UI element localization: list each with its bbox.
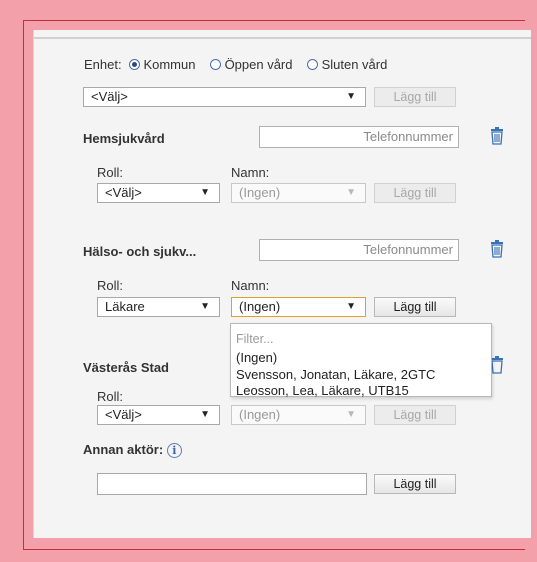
chevron-down-icon: ▼	[346, 409, 356, 420]
add-member-button[interactable]: Lägg till	[374, 297, 456, 317]
phone-input[interactable]: Telefonnummer	[259, 126, 459, 148]
role-select-value: Läkare	[105, 299, 145, 314]
unit-select-value: <Välj>	[91, 89, 128, 104]
filter-input[interactable]: Filter...	[236, 332, 274, 346]
other-actor-input[interactable]	[97, 473, 367, 495]
radio-kommun[interactable]: Kommun	[128, 57, 196, 72]
section-hemsjukvard: Hemsjukvård Telefonnummer Roll: Namn: <V…	[34, 117, 531, 225]
phone-input[interactable]: Telefonnummer	[259, 239, 459, 261]
dropdown-option[interactable]: (Ingen)	[236, 350, 277, 365]
role-label: Roll:	[97, 389, 124, 404]
radio-selected-icon[interactable]	[128, 59, 140, 70]
role-select-value: <Välj>	[105, 407, 142, 422]
role-label: Roll:	[97, 165, 124, 180]
chevron-down-icon: ▼	[346, 91, 356, 102]
add-member-button[interactable]: Lägg till	[374, 183, 456, 203]
unit-label: Enhet:	[84, 57, 122, 72]
role-select-value: <Välj>	[105, 185, 142, 200]
unit-row: Enhet: Kommun Öppen vård Sluten vård	[84, 57, 387, 72]
section-title: Hemsjukvård	[83, 131, 165, 146]
role-select[interactable]: <Välj> ▼	[97, 405, 220, 425]
role-select[interactable]: <Välj> ▼	[97, 183, 220, 203]
radio-unselected-icon[interactable]	[209, 59, 221, 70]
radio-unselected-icon[interactable]	[306, 59, 318, 70]
name-label: Namn:	[231, 278, 270, 293]
role-select[interactable]: Läkare ▼	[97, 297, 220, 317]
name-select-value: (Ingen)	[239, 185, 281, 200]
role-label: Roll:	[97, 278, 124, 293]
radio-kommun-label: Kommun	[143, 57, 196, 72]
chevron-down-icon: ▼	[200, 301, 210, 312]
name-select-value: (Ingen)	[239, 407, 281, 422]
chevron-down-icon: ▼	[346, 301, 356, 312]
section-other-actor: Annan aktör: i Lägg till	[34, 428, 531, 538]
name-label: Namn:	[231, 165, 270, 180]
care-team-panel: Enhet: Kommun Öppen vård Sluten vård <Vä…	[33, 30, 531, 538]
add-member-button[interactable]: Lägg till	[374, 405, 456, 425]
add-other-actor-button[interactable]: Lägg till	[374, 474, 456, 494]
radio-sluten-vard[interactable]: Sluten vård	[306, 57, 388, 72]
dropdown-option[interactable]: Leosson, Lea, Läkare, UTB15	[236, 383, 409, 398]
other-actor-row: Annan aktör: i	[83, 442, 182, 458]
name-select[interactable]: (Ingen) ▼	[231, 183, 366, 203]
trash-icon[interactable]	[489, 127, 505, 145]
name-dropdown-list: Filter... (Ingen) Svensson, Jonatan, Läk…	[230, 323, 492, 398]
chevron-down-icon: ▼	[346, 187, 356, 198]
radio-oppen-vard[interactable]: Öppen vård	[209, 57, 293, 72]
trash-icon[interactable]	[489, 240, 505, 258]
name-select[interactable]: (Ingen) ▼	[231, 297, 366, 317]
info-icon[interactable]: i	[166, 443, 182, 458]
name-select[interactable]: (Ingen) ▼	[231, 405, 366, 425]
name-select-value: (Ingen)	[239, 299, 281, 314]
chevron-down-icon: ▼	[200, 409, 210, 420]
radio-sluten-vard-label: Sluten vård	[321, 57, 388, 72]
section-title: Hälso- och sjukv...	[83, 244, 197, 259]
unit-select[interactable]: <Välj> ▼	[83, 87, 366, 107]
unit-add-button[interactable]: Lägg till	[374, 87, 456, 107]
dropdown-option[interactable]: Svensson, Jonatan, Läkare, 2GTC	[236, 367, 435, 382]
section-title: Västerås Stad	[83, 360, 169, 375]
other-actor-label: Annan aktör:	[83, 442, 164, 457]
chevron-down-icon: ▼	[200, 187, 210, 198]
radio-oppen-vard-label: Öppen vård	[224, 57, 293, 72]
unit-section: Enhet: Kommun Öppen vård Sluten vård <Vä…	[34, 37, 531, 120]
